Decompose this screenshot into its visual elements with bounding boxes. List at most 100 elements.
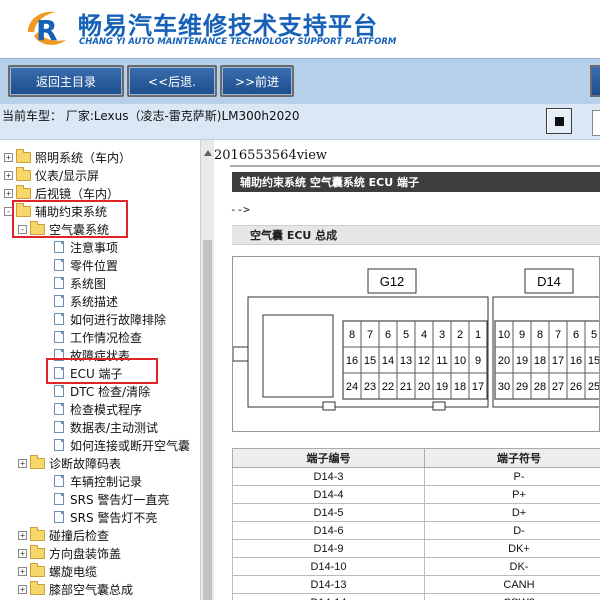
tree-node[interactable]: + 仪表/显示屏	[4, 166, 99, 184]
pin-number: 15	[588, 355, 600, 367]
expand-icon[interactable]: +	[18, 548, 27, 558]
pin-number: 20	[498, 355, 510, 367]
pin-grid-frame	[494, 320, 599, 400]
pin-number: 18	[534, 355, 546, 367]
tree-node-label: 零件位置	[70, 258, 119, 273]
header-terminal-no: 端子编号	[232, 448, 425, 468]
expand-icon[interactable]: +	[18, 566, 27, 576]
expand-icon[interactable]: +	[4, 152, 13, 162]
document-icon	[54, 493, 64, 505]
scroll-thumb[interactable]	[203, 240, 212, 600]
highlight-box	[12, 200, 128, 238]
folder-icon	[16, 148, 31, 163]
tree-node-label: 碰撞后检查	[49, 528, 110, 543]
tree-node-label: 工作情况检查	[70, 330, 143, 345]
scroll-up-icon[interactable]	[204, 150, 212, 156]
pin-number: 15	[364, 355, 376, 367]
toolbar: 返回主目录 <<后退. >>前进	[0, 58, 600, 104]
terminal-table: 端子编号 端子符号 D14-3 P- D14-4 P+ D14-5 D+ D14-6 D- D1…	[232, 448, 600, 600]
tree-node-label: 膝部空气囊总成	[49, 582, 134, 597]
pin-number: 1	[475, 329, 481, 341]
tree-node-label: 数据表/主动测试	[70, 420, 159, 435]
tree-node[interactable]: DTC 检查/清除	[54, 382, 150, 400]
doc-id: 2016553564view	[214, 148, 328, 163]
forward-button[interactable]: >>前进	[220, 65, 294, 97]
pin-number: 17	[552, 355, 564, 367]
pin-number: 28	[534, 381, 546, 393]
table-row: D14-13 CANH	[232, 575, 600, 594]
tree-node[interactable]: 零件位置	[54, 256, 118, 274]
pin-number: 21	[400, 381, 412, 393]
tree-node[interactable]: 数据表/主动测试	[54, 418, 158, 436]
pin-number: 27	[552, 381, 564, 393]
tree-node[interactable]: + 诊断故障码表	[18, 454, 121, 472]
toolbar-edge-button[interactable]	[590, 65, 600, 97]
connector-tab	[432, 401, 446, 411]
expand-icon[interactable]: +	[18, 530, 27, 540]
pin-number: 8	[537, 329, 543, 341]
tree-node[interactable]: + 膝部空气囊总成	[18, 580, 133, 598]
folder-icon	[30, 526, 45, 541]
document-icon	[54, 241, 64, 253]
pin-number: 11	[436, 355, 447, 367]
folder-icon	[30, 454, 45, 469]
folder-icon	[30, 580, 45, 595]
terminal-symbol-cell: D+	[424, 503, 600, 522]
tree-scrollbar[interactable]	[200, 140, 214, 600]
terminal-symbol-cell: DK+	[424, 539, 600, 558]
pin-number: 6	[385, 329, 391, 341]
terminal-no-cell: D14-5	[232, 503, 425, 522]
back-button[interactable]: <<后退.	[127, 65, 217, 97]
square-icon	[554, 116, 564, 126]
tree-node-label: 后视镜（车内）	[35, 186, 120, 201]
svg-text:R: R	[36, 14, 58, 47]
tree-node[interactable]: + 螺旋电缆	[18, 562, 97, 580]
expand-icon[interactable]: +	[4, 188, 13, 198]
tree-node[interactable]: SRS 警告灯不亮	[54, 508, 157, 526]
terminal-symbol-cell: D-	[424, 521, 600, 540]
tree-node[interactable]: SRS 警告灯一直亮	[54, 490, 169, 508]
expand-icon[interactable]: +	[18, 584, 27, 594]
tree-node[interactable]: 如何连接或断开空气囊	[54, 436, 190, 454]
tree-node[interactable]: 如何进行故障排除	[54, 310, 166, 328]
tree-node-label: 注意事项	[70, 240, 119, 255]
pin-number: 13	[400, 355, 412, 367]
tree-node[interactable]: + 碰撞后检查	[18, 526, 109, 544]
sub-title: 空气囊 ECU 总成	[232, 225, 600, 245]
folder-icon	[30, 544, 45, 559]
terminal-no-cell: D14-10	[232, 557, 425, 576]
pin-number: 24	[346, 381, 358, 393]
arrow-text: -->	[230, 203, 250, 216]
tree-node-label: 检查模式程序	[70, 402, 143, 417]
tree-node[interactable]: + 方向盘装饰盖	[18, 544, 121, 562]
terminal-symbol-cell: P-	[424, 467, 600, 486]
home-button[interactable]: 返回主目录	[8, 65, 124, 97]
header-terminal-symbol: 端子符号	[424, 448, 600, 468]
pin-number: 26	[570, 381, 582, 393]
tree-node[interactable]: 工作情况检查	[54, 328, 142, 346]
tree-node[interactable]: 系统描述	[54, 292, 118, 310]
pin-number: 25	[588, 381, 600, 393]
document-icon	[54, 403, 64, 415]
pin-number: 12	[418, 355, 430, 367]
tree-node[interactable]: 注意事项	[54, 238, 118, 256]
edge-panel	[592, 110, 600, 136]
tree-node[interactable]: + 照明系统（车内）	[4, 148, 131, 166]
tree-node[interactable]: 检查模式程序	[54, 400, 142, 418]
layout-toggle-button[interactable]	[546, 108, 572, 134]
folder-icon	[16, 184, 31, 199]
tree-node[interactable]: 车辆控制记录	[54, 472, 142, 490]
tree-node-label: SRS 警告灯不亮	[70, 510, 158, 525]
connector-latch	[233, 346, 249, 362]
tree-node-label: 照明系统（车内）	[35, 150, 132, 165]
section-title: 辅助约束系统 空气囊系统 ECU 端子	[232, 172, 600, 192]
expand-icon[interactable]: +	[18, 458, 27, 468]
connector-diagram: G12 D14 8 7 6 5 4 3 2 1 16 15 14 13 12 11 10 9 24 23 22 21 20 1…	[232, 256, 600, 432]
tree-node[interactable]: 系统图	[54, 274, 106, 292]
highlight-box	[46, 358, 158, 384]
table-row: D14-9 DK+	[232, 539, 600, 558]
pin-number: 6	[573, 329, 579, 341]
expand-icon[interactable]: +	[4, 170, 13, 180]
tree-node-label: 如何连接或断开空气囊	[70, 438, 191, 453]
connector-tab	[322, 401, 336, 411]
